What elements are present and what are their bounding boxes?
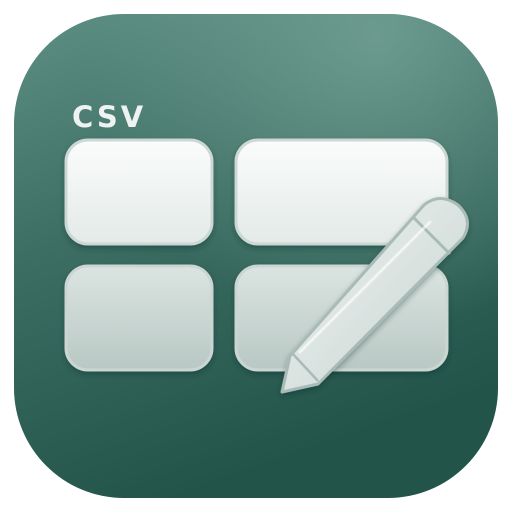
app-icon: CSV (0, 0, 512, 512)
csv-label: CSV (72, 100, 146, 134)
app-icon-graphic: CSV (14, 14, 498, 498)
grid-cell-bottom-left (64, 264, 214, 372)
grid-cell-top-left (64, 138, 214, 246)
